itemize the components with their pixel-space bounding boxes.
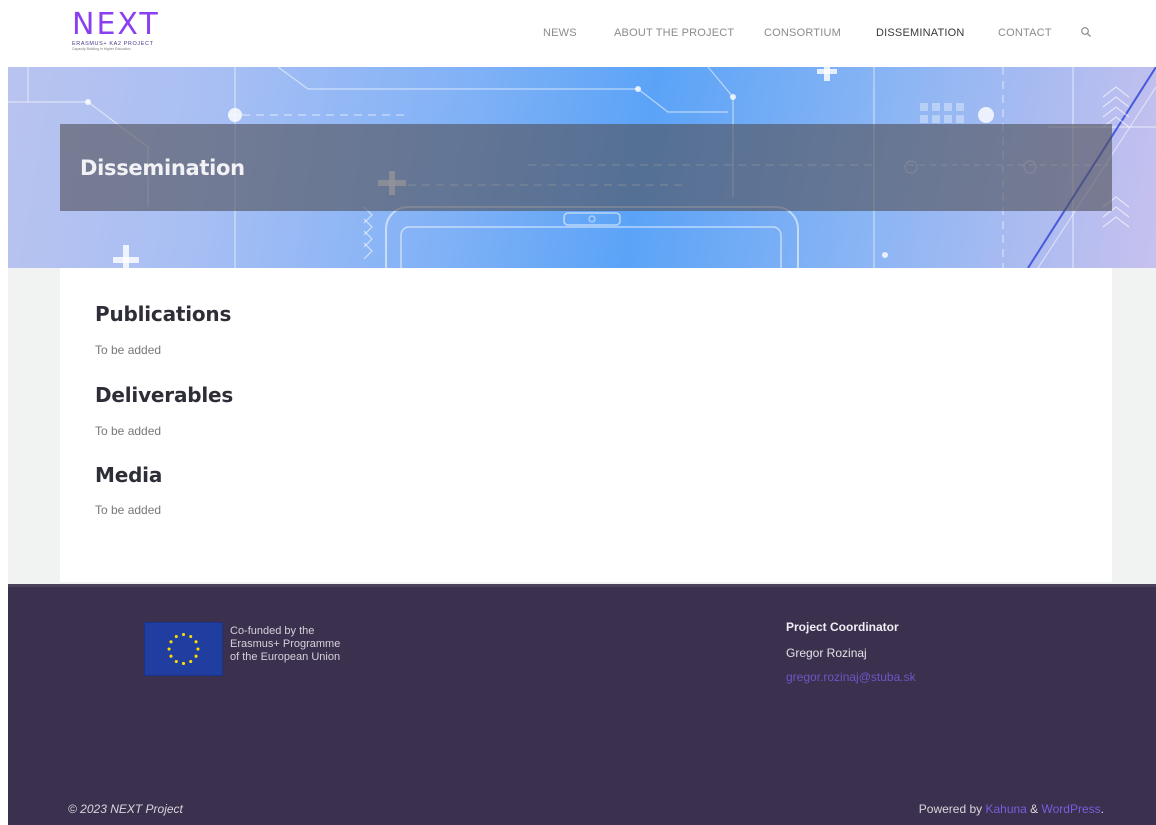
copyright-text: © 2023 NEXT Project	[68, 802, 183, 816]
nav-item-news[interactable]: NEWS	[543, 27, 577, 39]
section-text-publications: To be added	[95, 343, 162, 357]
site-header: NEXT ERASMUS+ KA2 PROJECT Capacity Build…	[0, 0, 1156, 67]
section-text-deliverables: To be added	[95, 424, 162, 438]
nav-item-dissemination[interactable]: DISSEMINATION	[876, 27, 965, 39]
powered-suffix: .	[1100, 802, 1104, 816]
nav-item-about[interactable]: ABOUT THE PROJECT	[614, 27, 734, 39]
logo-wordmark: NEXT	[72, 7, 160, 42]
page-title: Dissemination	[80, 156, 245, 180]
site-footer	[8, 584, 1156, 825]
search-icon[interactable]	[1080, 26, 1092, 38]
powered-separator: &	[1026, 802, 1042, 816]
powered-by: Powered by Kahuna & WordPress.	[919, 802, 1104, 816]
nav-item-contact[interactable]: CONTACT	[998, 27, 1052, 39]
coordinator-name: Gregor Rozinaj	[786, 646, 867, 660]
logo-subtagline: Capacity Building in Higher Education	[72, 47, 131, 51]
wordpress-link[interactable]: WordPress	[1042, 802, 1101, 816]
eu-flag-icon	[144, 622, 223, 676]
section-text-media: To be added	[95, 503, 162, 517]
section-title-publications: Publications	[95, 302, 232, 326]
eu-text-line-2: Erasmus+ Programme	[230, 638, 341, 650]
nav-item-consortium[interactable]: CONSORTIUM	[764, 27, 841, 39]
coordinator-heading: Project Coordinator	[786, 620, 899, 634]
powered-prefix: Powered by	[918, 802, 986, 816]
eu-cofunding-text: Co-funded by the Erasmus+ Programme of t…	[230, 625, 340, 664]
eu-text-line-1: Co-funded by the	[230, 625, 315, 637]
section-title-media: Media	[95, 463, 163, 487]
kahuna-link[interactable]: Kahuna	[985, 802, 1026, 816]
coordinator-email-link[interactable]: gregor.rozinaj@stuba.sk	[786, 670, 916, 684]
site-logo[interactable]: NEXT ERASMUS+ KA2 PROJECT Capacity Build…	[72, 10, 182, 52]
eu-text-line-3: of the European Union	[230, 651, 341, 663]
section-title-deliverables: Deliverables	[95, 383, 234, 407]
